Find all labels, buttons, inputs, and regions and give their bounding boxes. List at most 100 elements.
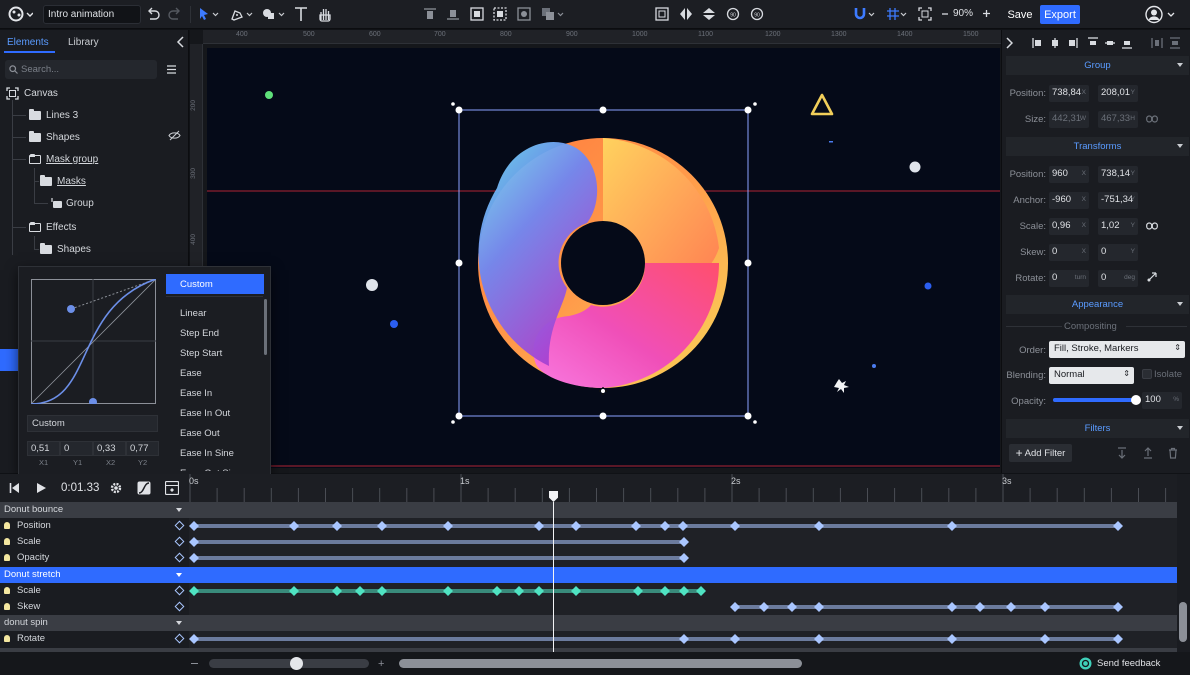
keyframe-diamond[interactable] — [377, 521, 387, 531]
size-w-field[interactable]: 442,31 W — [1049, 111, 1089, 128]
keyframe-diamond[interactable] — [492, 586, 502, 596]
align-middle-icon[interactable] — [1104, 37, 1116, 49]
easing-option[interactable]: Ease In Sine — [166, 443, 264, 463]
rotate-turn-field[interactable]: 0 turn — [1049, 270, 1089, 287]
property-enabled-icon[interactable] — [4, 587, 10, 594]
align-bottom-icon[interactable] — [1121, 37, 1133, 49]
timeline-group-row[interactable]: donut spin — [0, 615, 189, 631]
anchor-y-field[interactable]: -751,34 Y — [1098, 192, 1138, 209]
trash-icon[interactable] — [1168, 447, 1178, 459]
tree-item-group[interactable]: Group — [49, 195, 94, 211]
keyframe-diamond[interactable] — [289, 586, 299, 596]
keyframe-diamond[interactable] — [189, 537, 199, 547]
opacity-slider-knob[interactable] — [1131, 395, 1141, 405]
document-name-field[interactable]: Intro animation — [43, 5, 141, 24]
add-keyframe-icon[interactable] — [174, 536, 185, 547]
rotate-cw-icon[interactable]: 90 — [750, 7, 764, 21]
y2-field[interactable]: 0,77 — [126, 441, 159, 456]
x1-field[interactable]: 0,51 — [27, 441, 60, 456]
play-icon[interactable] — [36, 482, 47, 494]
white-dot[interactable] — [909, 161, 921, 173]
align-top-icon[interactable] — [1087, 37, 1099, 49]
text-tool-icon[interactable] — [294, 6, 308, 22]
keyframe-diamond[interactable] — [355, 586, 365, 596]
keyframe-diamond[interactable] — [696, 586, 706, 596]
snapping-magnet-icon[interactable] — [854, 7, 878, 21]
timeline-property-row[interactable]: Scale — [0, 583, 189, 599]
fit-selection-icon[interactable] — [655, 7, 669, 21]
easing-option[interactable]: Step End — [166, 323, 264, 343]
opacity-field[interactable]: 100% — [1142, 392, 1182, 409]
tab-elements[interactable]: Elements — [7, 37, 49, 48]
flip-horizontal-icon[interactable] — [679, 7, 693, 21]
property-enabled-icon[interactable] — [4, 522, 10, 529]
add-filter-button[interactable]: + Add Filter — [1009, 444, 1072, 462]
keyframe-diamond[interactable] — [660, 586, 670, 596]
align-right-icon[interactable] — [1066, 37, 1078, 49]
keyframe-diamond[interactable] — [947, 634, 957, 644]
move-to-bottom-icon[interactable] — [1117, 447, 1127, 459]
keyframe-diamond[interactable] — [787, 602, 797, 612]
keyframe-diamond[interactable] — [443, 521, 453, 531]
keyframe-diamond[interactable] — [947, 602, 957, 612]
timeline-vertical-scroll[interactable] — [1177, 474, 1190, 652]
order-select[interactable]: Fill, Stroke, Markers ⇕ — [1049, 341, 1185, 358]
link-scale-icon[interactable] — [1146, 221, 1158, 231]
zoom-level[interactable]: 90% — [953, 8, 973, 19]
fullscreen-icon[interactable] — [918, 7, 932, 21]
artboard[interactable] — [207, 48, 1000, 468]
settings-gear-icon[interactable] — [109, 481, 123, 495]
white-dot[interactable] — [366, 279, 378, 291]
blue-dot[interactable] — [390, 320, 398, 328]
playhead-line[interactable] — [553, 502, 554, 652]
section-transforms[interactable]: Transforms — [1006, 137, 1189, 156]
keyframe-diamond[interactable] — [1113, 521, 1123, 531]
timeline-ruler[interactable]: 0s 1s 2s 3s — [189, 474, 1177, 502]
keyframe-diamond[interactable] — [443, 586, 453, 596]
hand-tool-icon[interactable] — [317, 6, 333, 22]
star-sparkle[interactable] — [834, 379, 849, 393]
collapse-panel-icon[interactable] — [176, 36, 185, 48]
export-button[interactable]: Export — [1040, 5, 1080, 24]
group-icon[interactable] — [470, 7, 484, 21]
timeline-group-row[interactable]: Donut bounce — [0, 502, 189, 518]
easing-option[interactable]: Linear — [166, 303, 264, 323]
app-logo-icon[interactable] — [7, 6, 33, 23]
align-top-icon[interactable] — [423, 7, 437, 21]
timeline-property-row[interactable]: Opacity — [0, 550, 189, 566]
current-time[interactable]: 0:01.33 — [61, 482, 99, 494]
tree-item-canvas[interactable]: Canvas — [6, 85, 58, 101]
control-point-1[interactable] — [67, 305, 75, 313]
filter-list-icon[interactable] — [166, 65, 177, 74]
keyframe-diamond[interactable] — [679, 553, 689, 563]
easing-curve-icon[interactable] — [137, 481, 151, 495]
add-keyframe-icon[interactable] — [174, 520, 185, 531]
easing-option[interactable]: Ease In — [166, 383, 264, 403]
timeline-group-row[interactable]: Donut stretch — [0, 567, 189, 583]
keyframe-diamond[interactable] — [660, 521, 670, 531]
move-to-top-icon[interactable] — [1143, 447, 1153, 459]
keyframe-diamond[interactable] — [534, 521, 544, 531]
keyframe-diamond[interactable] — [1006, 602, 1016, 612]
keyframe-diamond[interactable] — [571, 521, 581, 531]
keyframe-diamond[interactable] — [189, 586, 199, 596]
align-center-icon[interactable] — [1049, 37, 1061, 49]
add-keyframe-icon[interactable] — [174, 585, 185, 596]
keyframe-diamond[interactable] — [1040, 634, 1050, 644]
ungroup-icon[interactable] — [493, 7, 507, 21]
feedback-icon[interactable] — [1079, 657, 1092, 670]
easing-option-custom[interactable]: Custom — [166, 274, 264, 294]
scale-y-field[interactable]: 1,02 Y — [1098, 218, 1138, 235]
selected-layer-row[interactable] — [0, 349, 18, 371]
donut-graphic[interactable] — [478, 138, 728, 388]
keyframe-diamond[interactable] — [1040, 602, 1050, 612]
blue-dash[interactable] — [829, 141, 833, 143]
scale-x-field[interactable]: 0,96 X — [1049, 218, 1089, 235]
bezier-curve-editor[interactable] — [31, 279, 156, 404]
keyframe-diamond[interactable] — [571, 586, 581, 596]
undo-icon[interactable] — [146, 7, 160, 21]
add-keyframe-icon[interactable] — [174, 601, 185, 612]
mask-icon[interactable] — [517, 7, 531, 21]
hidden-eye-icon[interactable] — [168, 130, 181, 141]
zoom-out-icon[interactable] — [941, 10, 949, 18]
